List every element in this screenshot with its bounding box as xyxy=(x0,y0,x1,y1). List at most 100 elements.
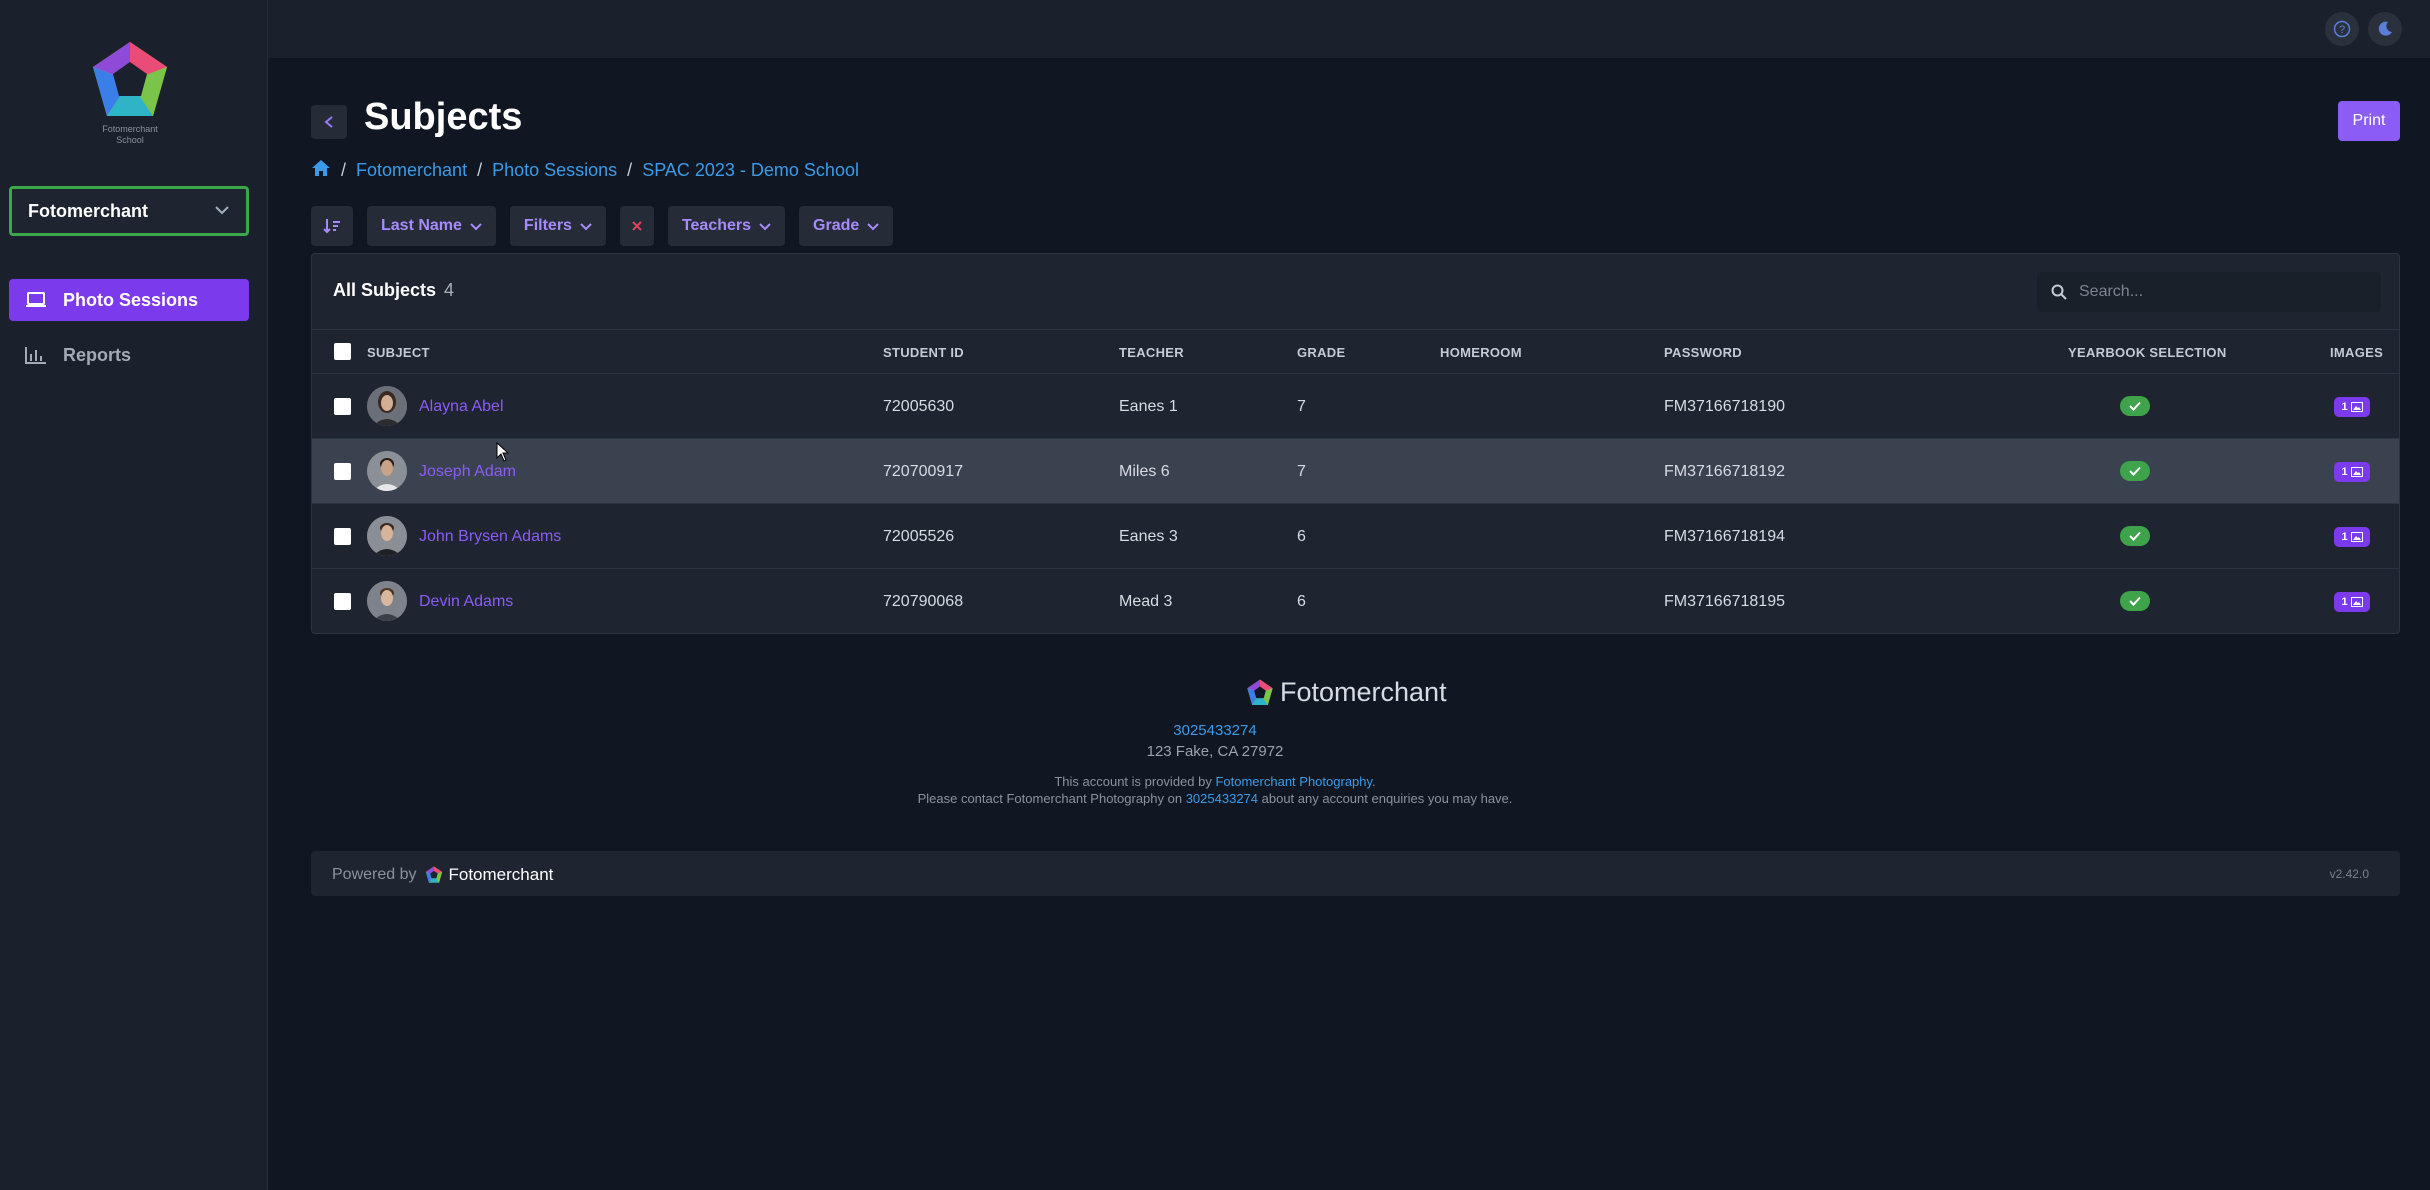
subjects-panel: All Subjects 4 Search... SUBJECT STUDENT … xyxy=(311,253,2400,634)
footer-logo: Fotomerchant xyxy=(1246,677,1447,708)
col-homeroom[interactable]: HOMEROOM xyxy=(1440,345,1522,360)
password: FM37166718195 xyxy=(1664,593,1785,610)
student-id: 720700917 xyxy=(883,463,964,480)
footer-address: 123 Fake, CA 27972 xyxy=(1146,743,1284,760)
col-subject[interactable]: SUBJECT xyxy=(367,345,430,360)
footer-provided-line: This account is provided by Fotomerchant… xyxy=(0,774,2430,789)
clear-filters-button[interactable] xyxy=(619,206,654,246)
sidebar: Fotomerchant School Fotomerchant Photo S… xyxy=(0,0,268,1190)
yearbook-selected-check-icon xyxy=(2120,461,2150,481)
bar-chart-icon xyxy=(25,346,47,364)
footer-phone-link[interactable]: 3025433274 xyxy=(0,722,2430,739)
sidebar-item-label: Reports xyxy=(63,344,132,365)
breadcrumb-link-session[interactable]: SPAC 2023 - Demo School xyxy=(642,160,859,181)
table-header: SUBJECT STUDENT ID TEACHER GRADE HOMEROO… xyxy=(312,330,2399,374)
footer-provided-prefix: This account is provided by xyxy=(1054,774,1216,789)
col-images[interactable]: IMAGES xyxy=(2330,345,2383,360)
chevron-left-icon xyxy=(324,116,333,128)
student-id: 72005526 xyxy=(883,528,955,545)
grade-dropdown[interactable]: Grade xyxy=(799,206,894,246)
table-row[interactable]: John Brysen Adams 72005526 Eanes 3 6 FM3… xyxy=(312,504,2399,569)
search-icon xyxy=(2051,284,2067,300)
sidebar-item-reports[interactable]: Reports xyxy=(9,334,249,376)
fotomerchant-logo-icon xyxy=(93,42,167,116)
organization-select[interactable]: Fotomerchant xyxy=(9,186,249,236)
chevron-down-icon xyxy=(470,219,482,234)
image-icon xyxy=(2350,467,2363,477)
col-yearbook-selection[interactable]: YEARBOOK SELECTION xyxy=(2068,345,2227,360)
student-id: 720790068 xyxy=(883,593,964,610)
sort-field-dropdown[interactable]: Last Name xyxy=(367,206,496,246)
powered-by-label: Powered by xyxy=(332,866,417,883)
avatar xyxy=(367,581,407,621)
footer-contact-line: Please contact Fotomerchant Photography … xyxy=(0,791,2430,806)
images-badge[interactable]: 1 xyxy=(2334,397,2370,417)
images-badge[interactable]: 1 xyxy=(2334,462,2370,482)
dark-mode-icon[interactable] xyxy=(2368,12,2402,46)
print-button[interactable]: Print xyxy=(2338,101,2400,141)
row-checkbox[interactable] xyxy=(334,463,351,480)
sort-direction-button[interactable] xyxy=(311,206,353,246)
row-checkbox[interactable] xyxy=(334,593,351,610)
fotomerchant-logo-icon xyxy=(1247,679,1273,705)
home-icon[interactable] xyxy=(311,159,331,182)
table-row[interactable]: Joseph Adam 720700917 Miles 6 7 FM371667… xyxy=(312,439,2399,504)
chevron-down-icon xyxy=(214,202,230,220)
sort-ascending-icon xyxy=(323,219,340,234)
sort-field-label: Last Name xyxy=(381,217,462,234)
subject-link[interactable]: Devin Adams xyxy=(419,593,513,611)
footer-contact-suffix: about any account enquiries you may have… xyxy=(1258,791,1513,806)
col-grade[interactable]: GRADE xyxy=(1297,345,1345,360)
teachers-dropdown[interactable]: Teachers xyxy=(667,206,786,246)
subject-link[interactable]: Joseph Adam xyxy=(419,463,516,481)
table-row[interactable]: Devin Adams 720790068 Mead 3 6 FM3716671… xyxy=(312,569,2399,634)
password: FM37166718190 xyxy=(1664,398,1785,415)
table-row[interactable]: Alayna Abel 72005630 Eanes 1 7 FM3716671… xyxy=(312,374,2399,439)
images-count: 1 xyxy=(2341,401,2348,413)
footer-contact-phone-link[interactable]: 3025433274 xyxy=(1186,791,1258,806)
sidebar-item-label: Photo Sessions xyxy=(63,289,199,310)
chevron-down-icon xyxy=(867,219,879,234)
avatar xyxy=(367,516,407,556)
images-count: 1 xyxy=(2341,596,2348,608)
grade: 7 xyxy=(1297,398,1306,415)
footer-provider-link[interactable]: Fotomerchant Photography xyxy=(1215,774,1372,789)
powered-by-bar: Powered by Fotomerchant v2.42.0 xyxy=(311,851,2400,896)
breadcrumb-link-photo-sessions[interactable]: Photo Sessions xyxy=(492,160,617,181)
close-icon xyxy=(632,221,642,231)
svg-text:?: ? xyxy=(2339,24,2345,36)
row-checkbox[interactable] xyxy=(334,528,351,545)
images-badge[interactable]: 1 xyxy=(2334,592,2370,612)
col-student-id[interactable]: STUDENT ID xyxy=(883,345,964,360)
mouse-cursor-icon xyxy=(496,442,510,462)
images-badge[interactable]: 1 xyxy=(2334,527,2370,547)
yearbook-selected-check-icon xyxy=(2120,591,2150,611)
filters-dropdown[interactable]: Filters xyxy=(509,206,606,246)
avatar xyxy=(367,386,407,426)
select-all-checkbox[interactable] xyxy=(334,343,351,360)
breadcrumb-link-fotomerchant[interactable]: Fotomerchant xyxy=(356,160,467,181)
yearbook-selected-check-icon xyxy=(2120,396,2150,416)
grade: 6 xyxy=(1297,593,1306,610)
images-count: 1 xyxy=(2341,531,2348,543)
subject-link[interactable]: Alayna Abel xyxy=(419,398,504,416)
subject-link[interactable]: John Brysen Adams xyxy=(419,528,561,546)
help-icon[interactable]: ? xyxy=(2325,12,2359,46)
col-teacher[interactable]: TEACHER xyxy=(1119,345,1184,360)
image-icon xyxy=(2350,532,2363,542)
organization-select-label: Fotomerchant xyxy=(28,200,149,221)
breadcrumb-separator: / xyxy=(341,160,347,180)
search-placeholder: Search... xyxy=(2079,283,2144,300)
search-input[interactable]: Search... xyxy=(2037,272,2381,312)
fotomerchant-logo-icon xyxy=(425,866,442,883)
row-checkbox[interactable] xyxy=(334,398,351,415)
yearbook-selected-check-icon xyxy=(2120,526,2150,546)
teachers-label: Teachers xyxy=(681,217,752,234)
col-password[interactable]: PASSWORD xyxy=(1664,345,1742,360)
laptop-icon xyxy=(25,291,47,309)
panel-header: All Subjects 4 Search... xyxy=(312,254,2399,330)
back-button[interactable] xyxy=(311,105,347,139)
top-bar: ? xyxy=(268,0,2430,58)
footer-contact-prefix: Please contact Fotomerchant Photography … xyxy=(917,791,1186,806)
sidebar-item-photo-sessions[interactable]: Photo Sessions xyxy=(9,279,249,321)
